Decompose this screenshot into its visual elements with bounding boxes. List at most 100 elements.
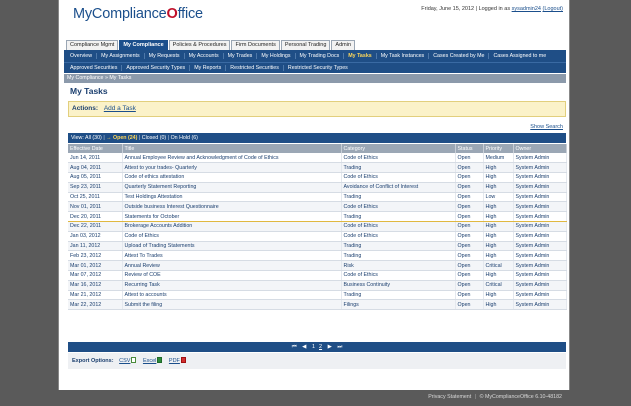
first-page-icon[interactable]: ⏮ [292,344,297,350]
nav-my-tasks[interactable]: My Tasks [344,53,377,59]
cell-owner: System Admin [513,201,567,213]
nav-cases-created-by-me[interactable]: Cases Created by Me [429,53,490,59]
export-pdf-link[interactable]: PDF [169,358,180,364]
privacy-link[interactable]: Privacy Statement [428,394,471,400]
nav-my-task-instances[interactable]: My Task Instances [377,53,430,59]
nav-approved-security-types[interactable]: Approved Security Types [122,65,191,71]
table-row[interactable]: Nov 01, 2011 Outside business Interest Qu… [68,201,567,213]
nav-my-requests[interactable]: My Requests [145,53,185,59]
actions-bar: Actions: Add a Task [68,101,566,117]
nav-restricted-securities[interactable]: Restricted Securities [226,65,284,71]
nav-my-holdings[interactable]: My Holdings [257,53,296,59]
page-2[interactable]: 2 [319,344,322,350]
cell-title[interactable]: Upload of Trading Statements [122,241,342,252]
table-row[interactable]: Dec 22, 2011 Brokerage Accounts Addition C… [68,221,567,232]
filter-view-all[interactable]: View: All (30) [71,135,102,141]
cell-title[interactable]: Brokerage Accounts Addition [122,221,342,232]
cell-title[interactable]: Test Holdings Attestation [122,192,342,203]
cell-title[interactable]: Code of ethics attestation [122,172,342,183]
page-1[interactable]: 1 [312,344,315,350]
add-task-link[interactable]: Add a Task [104,105,136,112]
last-page-icon[interactable]: ⏭ [337,344,342,350]
cell-category: Avoidance of Conflict of Interest [341,182,456,193]
module-tab-personal-trading[interactable]: Personal Trading [280,40,331,50]
cell-title[interactable]: Code of Ethics [122,231,342,242]
column-header-category[interactable]: Category [341,144,456,153]
export-options: Export Options: CSV Excel PDF [68,353,566,369]
cell-effective-date: Aug 05, 2011 [68,172,123,183]
table-row[interactable]: Mar 21, 2012 Attest to accounts Trading Ope… [68,290,567,301]
column-header-priority[interactable]: Priority [483,144,514,153]
table-row[interactable]: Dec 20, 2011 Statements for October Tradin… [68,211,567,223]
module-tab-admin[interactable]: Admin [331,40,356,50]
csv-file-icon[interactable] [131,357,137,363]
logo[interactable]: MyComplianceOffice [73,6,203,22]
table-row[interactable]: Mar 22, 2012 Submit the filing Filings Open… [68,299,567,311]
nav-my-trading-docs[interactable]: My Trading Docs [296,53,345,59]
table-row[interactable]: Mar 16, 2012 Recurring Task Business Conti… [68,280,567,291]
module-tab-compliance-mgmt[interactable]: Compliance Mgmt [66,40,119,50]
cell-title[interactable]: Attest to accounts [122,290,342,301]
filter-open[interactable]: Open (24) [113,135,137,141]
column-header-status[interactable]: Status [455,144,484,153]
cell-title[interactable]: Attest To Trades [122,250,342,262]
pdf-file-icon[interactable] [180,357,186,363]
nav-restricted-security-types[interactable]: Restricted Security Types [284,65,352,71]
secondary-nav: Approved Securities Approved Security Typ… [64,62,566,73]
module-tab-policies-procedures[interactable]: Policies & Procedures [168,40,231,50]
cell-priority: High [483,270,514,281]
table-row[interactable]: Aug 05, 2011 Code of ethics attestation Co… [68,172,567,183]
cell-status: Open [455,250,484,262]
cell-category: Trading [341,290,456,301]
cell-title[interactable]: Annual Employee Review and Acknowledgmen… [122,153,342,164]
next-page-icon[interactable]: ▶ [328,344,332,350]
module-tab-firm-documents[interactable]: Firm Documents [231,40,280,50]
table-row[interactable]: Feb 23, 2012 Attest To Trades Trading Open H… [68,250,567,262]
username-link[interactable]: sysadmin24 [512,6,541,12]
export-csv-link[interactable]: CSV [119,358,130,364]
table-row[interactable]: Jan 03, 2012 Code of Ethics Code of Ethics… [68,231,567,242]
nav-overview[interactable]: Overview [66,53,98,59]
cell-title[interactable]: Recurring Task [122,280,342,291]
export-excel-link[interactable]: Excel [143,358,156,364]
cell-category: Trading [341,250,456,262]
nav-my-accounts[interactable]: My Accounts [185,53,224,59]
nav-my-assignments[interactable]: My Assignments [97,53,145,59]
cell-title[interactable]: Quarterly Statement Reporting [122,182,342,193]
cell-effective-date: Jun 14, 2011 [68,153,123,164]
excel-file-icon[interactable] [157,357,163,363]
table-row[interactable]: Oct 25, 2011 Test Holdings Attestation Tra… [68,192,567,203]
filter-closed[interactable]: Closed (0) [142,135,166,141]
logout-link[interactable]: (Logout) [543,6,564,12]
cell-title[interactable]: Attest to your trades- Quarterly [122,162,342,174]
cell-priority: High [483,221,514,232]
pagination: ⏮ ◀ 12 ▶ ⏭ [68,342,566,352]
column-header-owner[interactable]: Owner [513,144,567,153]
module-tab-my-compliance[interactable]: My Compliance [119,40,168,50]
nav-my-reports[interactable]: My Reports [190,65,227,71]
show-search-link[interactable]: Show Search [530,124,563,130]
nav-my-trades[interactable]: My Trades [224,53,258,59]
cell-title[interactable]: Annual Review [122,260,342,272]
table-row[interactable]: Aug 04, 2011 Attest to your trades- Quart… [68,162,567,174]
table-row[interactable]: Jan 11, 2012 Upload of Trading Statements… [68,241,567,252]
cell-category: Code of Ethics [341,231,456,242]
cell-title[interactable]: Statements for October [122,211,342,223]
table-row[interactable]: Sep 23, 2011 Quarterly Statement Reportin… [68,182,567,193]
prev-page-icon[interactable]: ◀ [302,344,306,350]
column-header-title[interactable]: Title [122,144,342,153]
cell-title[interactable]: Submit the filing [122,299,342,311]
filter-on-hold[interactable]: On Hold (6) [171,135,198,141]
table-row[interactable]: Mar 01, 2012 Annual Review Risk Open Critica… [68,260,567,272]
cell-category: Trading [341,162,456,174]
cell-owner: System Admin [513,250,567,262]
nav-approved-securities[interactable]: Approved Securities [66,65,123,71]
actions-label: Actions: [72,105,98,112]
column-header-effective-date[interactable]: Effective Date [68,144,123,153]
table-row[interactable]: Mar 07, 2012 Review of COE Code of Ethics O… [68,270,567,281]
cell-title[interactable]: Review of COE [122,270,342,281]
table-row[interactable]: Jun 14, 2011 Annual Employee Review and A… [68,153,567,164]
nav-cases-assigned-to-me[interactable]: Cases Assigned to me [489,53,550,59]
arrow-right-icon: → [106,135,112,141]
cell-title[interactable]: Outside business Interest Questionnaire [122,201,342,213]
